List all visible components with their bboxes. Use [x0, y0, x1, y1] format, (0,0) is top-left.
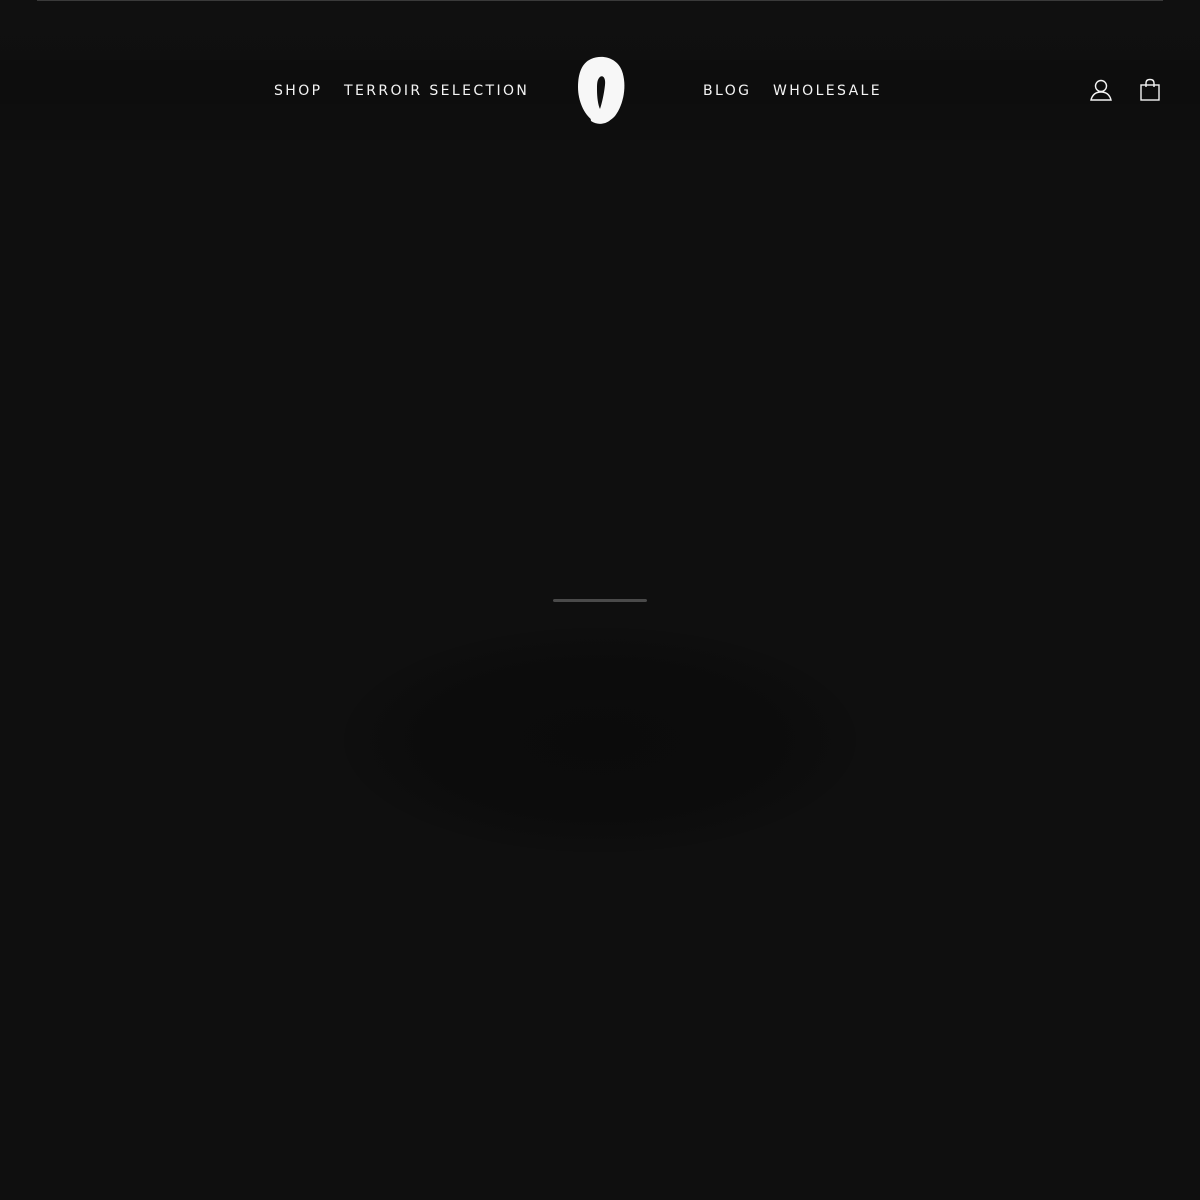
loading-progress-bar [553, 599, 647, 602]
brand-logo-icon[interactable] [574, 54, 628, 126]
hero-section [0, 140, 1200, 1200]
nav-link-wholesale[interactable]: WHOLESALE [773, 82, 882, 100]
nav-link-blog[interactable]: BLOG [703, 82, 751, 100]
nav-link-terroir-selection[interactable]: TERROIR SELECTION [344, 82, 529, 100]
cart-glyph [1140, 78, 1160, 101]
nav-link-shop[interactable]: SHOP [274, 82, 322, 100]
shopping-bag-icon[interactable] [1138, 78, 1162, 102]
logo-mark [578, 56, 625, 124]
loading-overlay [344, 628, 856, 852]
page: SHOP TERROIR SELECTION BLOG WHOLESALE [0, 0, 1200, 1200]
user-icon[interactable] [1089, 78, 1113, 102]
site-header: SHOP TERROIR SELECTION BLOG WHOLESALE [0, 0, 1200, 140]
loading-progress-fill [553, 599, 647, 602]
top-divider [37, 0, 1163, 1]
account-glyph [1090, 79, 1112, 101]
